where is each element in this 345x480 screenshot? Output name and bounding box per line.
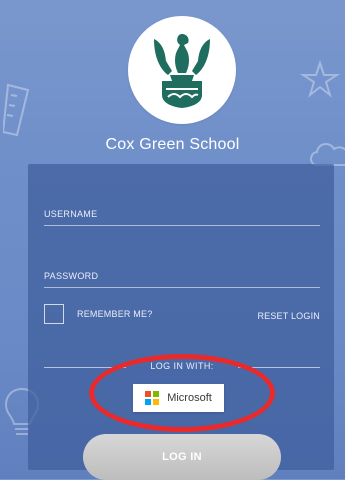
login-with-label: LOG IN WITH:	[44, 361, 320, 371]
background-doodle-star-icon	[300, 60, 340, 98]
microsoft-login-button[interactable]: Microsoft	[133, 384, 224, 412]
username-field-container: USERNAME	[44, 197, 320, 226]
remember-me-label: REMEMBER ME?	[77, 309, 153, 319]
login-panel: USERNAME PASSWORD REMEMBER ME? RESET LOG…	[28, 164, 334, 470]
remember-me-checkbox[interactable]	[44, 304, 64, 324]
password-field-container: PASSWORD	[44, 259, 320, 288]
username-input[interactable]	[44, 205, 320, 225]
eagle-crest-icon	[154, 34, 210, 108]
password-input[interactable]	[44, 267, 320, 287]
school-logo	[128, 16, 236, 124]
remember-me-row: REMEMBER ME?	[44, 304, 152, 324]
school-name: Cox Green School	[105, 136, 240, 153]
reset-login-link[interactable]: RESET LOGIN	[257, 311, 320, 321]
background-doodle-ruler-icon	[3, 83, 30, 137]
login-button[interactable]: LOG IN	[83, 434, 281, 480]
microsoft-label: Microsoft	[167, 392, 212, 404]
microsoft-logo-icon	[145, 391, 160, 405]
